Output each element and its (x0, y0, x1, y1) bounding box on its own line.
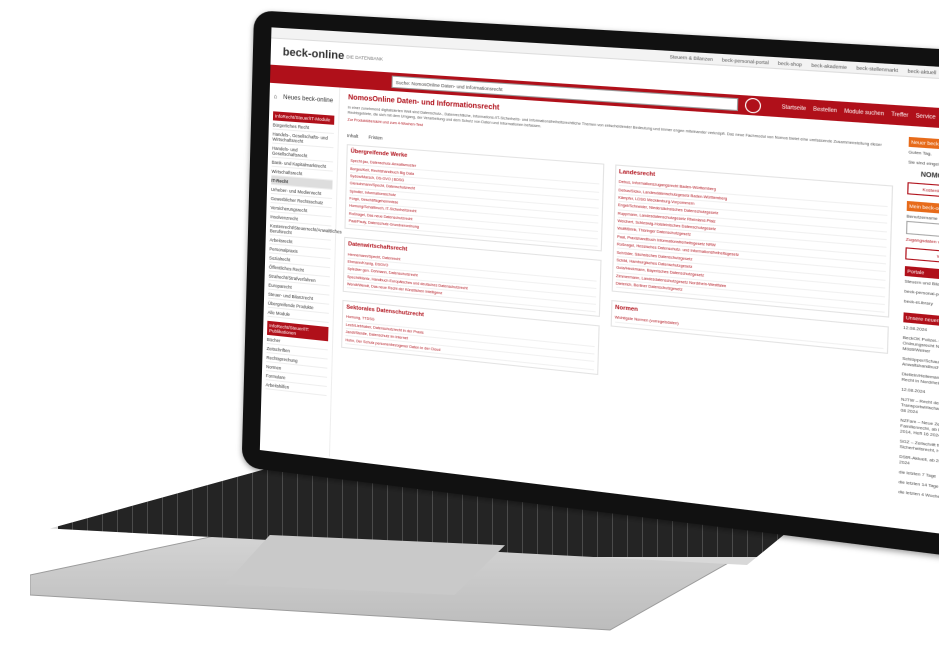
works-box: Übergreifende Werke Specht-jau, Datensch… (344, 144, 603, 252)
top-link-4[interactable]: beck-akademie (811, 62, 847, 70)
top-link-1[interactable]: Steuern & Bilanzen (670, 54, 713, 62)
top-link-2[interactable]: beck-personal-portal (722, 57, 769, 65)
header-link-home[interactable]: Startseite (782, 104, 807, 112)
content-tab[interactable]: Inhalt (347, 133, 358, 139)
deadlines-tab[interactable]: Fristen (368, 135, 382, 141)
left-column: Übergreifende Werke Specht-jau, Datensch… (341, 144, 604, 383)
home-icon[interactable]: ⌂ (273, 94, 277, 100)
state-law-box: Landesrecht Debus, Informationszugangsre… (611, 164, 893, 317)
home-label[interactable]: Neues beck-online (283, 95, 333, 105)
logo[interactable]: beck-online (283, 46, 345, 62)
continue-button[interactable]: Weiter (905, 247, 939, 266)
main-content: NomosOnline Daten- und Informationsrecht… (330, 88, 905, 526)
laptop-illustration: Steuern & Bilanzen beck-personal-portal … (0, 0, 939, 657)
logo-subtitle: DIE DATENBANK (346, 54, 383, 61)
left-sidebar: ⌂ Neues beck-online InfoRecht/Steuer/IT-… (260, 83, 340, 457)
header-link-modules[interactable]: Module suchen (844, 108, 884, 117)
portal-item[interactable]: beck-eLibrary (904, 296, 939, 313)
header-link-service[interactable]: Service (916, 113, 936, 121)
browser-view: Steuern & Bilanzen beck-personal-portal … (260, 27, 939, 538)
top-link-5[interactable]: beck-stellenmarkt (856, 65, 898, 73)
top-link-3[interactable]: beck-shop (778, 60, 802, 67)
register-button[interactable]: Kostenlos registrieren (907, 182, 939, 200)
header-link-results[interactable]: Treffer (891, 111, 908, 119)
touchpad (225, 535, 505, 595)
search-icon[interactable] (745, 98, 761, 114)
logged-in-text: Sie sind eingeloggt als (908, 157, 939, 173)
right-column: Landesrecht Debus, Informationszugangsre… (608, 164, 893, 414)
header-link-order[interactable]: Bestellen (813, 106, 837, 114)
top-link-6[interactable]: beck-aktuell (908, 68, 937, 75)
